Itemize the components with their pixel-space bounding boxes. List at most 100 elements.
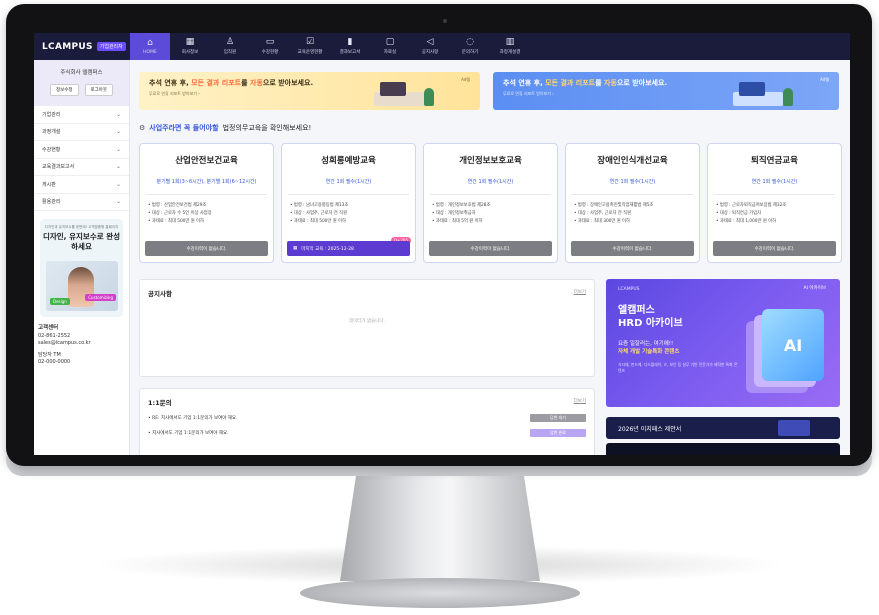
- nav-label: HOME: [143, 49, 157, 55]
- nav-item-3[interactable]: ▭ 수강현황: [250, 33, 290, 60]
- top-navigation: LCAMPUS 기업관리자 ⌂ HOME ▦ 회사정보 ♙ 임직원 ▭ 수강현황 ☑ 교육운영현황…: [34, 33, 850, 60]
- card-title: 개인정보보호교육: [459, 156, 522, 166]
- rep-phone: 02-000-0000: [38, 359, 71, 365]
- nav-label: 수강현황: [261, 50, 279, 55]
- design-tag: Design: [50, 298, 70, 305]
- admin-badge: 기업관리자: [96, 42, 126, 51]
- chevron-down-icon: ⌄: [115, 163, 121, 171]
- nav-item-7[interactable]: ◁ 공지사항: [410, 33, 450, 60]
- card-period: 연간 1회 필수(1시간): [325, 179, 372, 185]
- checklist-icon: ☑: [305, 37, 315, 47]
- edit-info-button[interactable]: 정보수정: [49, 84, 79, 96]
- nav-item-9[interactable]: ▥ 과정개설결: [490, 33, 530, 60]
- promo-title: 디자인, 유지보수로 완성하세요: [42, 232, 121, 251]
- event-banner-right[interactable]: 추석 연휴 후, 모든 결과 리포트를 자동으로 받아보세요. 무료로 연휴 리…: [493, 72, 839, 110]
- education-card[interactable]: 개인정보보호교육 연간 1회 필수(1시간) • 법령 : 개인정보보호법 제28조…: [423, 143, 558, 263]
- education-card[interactable]: 산업안전보건교육 분기별 1회(3~6시간), 분기별 1회(6~12시간) • 법…: [139, 143, 274, 263]
- notice-panel: 공지사항 더보기 데이터가 없습니다.: [139, 279, 595, 377]
- qna-row[interactable]: • RE: 지사에서도 기업 1:1문의가 보여야 해요. 답변 대기: [148, 413, 586, 423]
- no-history-button[interactable]: 수강이력이 없습니다.: [145, 241, 268, 256]
- monitor-stand-base: [300, 578, 580, 608]
- sidebar-menu-item[interactable]: 교육결과보고서 ⌄: [34, 159, 129, 176]
- promo-image: Design Customizing: [46, 261, 118, 311]
- card-divider: [572, 194, 693, 195]
- nav-item-1[interactable]: ▦ 회사정보: [170, 33, 210, 60]
- qna-panel: 1:1문의 더보기 • RE: 지사에서도 기업 1:1문의가 보여야 해요. 답…: [139, 388, 595, 455]
- sidebar-menu-label: 활용관리: [42, 199, 61, 206]
- more-link[interactable]: 더보기: [574, 398, 586, 404]
- chevron-down-icon: ⌄: [115, 198, 121, 206]
- card-detail-line: • 법령 : 산업안전보건법 제29조: [148, 203, 207, 208]
- bar-chart-icon: ▮: [347, 37, 353, 47]
- nav-label: 회사정보: [181, 50, 199, 55]
- more-link[interactable]: 더보기: [574, 289, 586, 295]
- no-history-button[interactable]: 수강이력이 없습니다.: [429, 241, 552, 256]
- nav-item-6[interactable]: ▢ 자료실: [370, 33, 410, 60]
- hrd-description: 식자재, 펀드케, 디스플레이, IT, 보안 등 실무 기반 전문가가 제작한…: [618, 362, 738, 373]
- company-box: 주식회사 엘캠퍼스 정보수정 로그아웃: [34, 60, 129, 106]
- support-phone: 02-861-2552: [38, 332, 71, 339]
- chevron-down-icon: ⌄: [115, 128, 121, 136]
- sidebar-menu-item[interactable]: 과정개설 ⌄: [34, 124, 129, 141]
- document-icon: [778, 420, 810, 436]
- no-history-button[interactable]: 수강이력이 없습니다.: [571, 241, 694, 256]
- folder-icon: ▢: [385, 37, 395, 47]
- hrd-archive-banner[interactable]: LCAMPUS AI 아카이브 엘캠퍼스 HRD 아카이브 요즘 일잘러는, 여기…: [606, 279, 840, 407]
- sidebar-menu: 기업관리 ⌄ 과정개설 ⌄ 수강현황 ⌄ 교육결과보고서 ⌄ 게시판 ⌄ 활용관리 ⌄: [34, 106, 129, 211]
- desk-illustration: [721, 82, 801, 108]
- sidebar-menu-item[interactable]: 게시판 ⌄: [34, 176, 129, 194]
- nav-label: 결과보고서: [339, 50, 361, 55]
- sidebar-menu-label: 과정개설: [42, 129, 61, 136]
- building-icon: ▦: [185, 37, 195, 47]
- support-email[interactable]: sales@lcampus.co.kr: [38, 340, 91, 346]
- last-education-button[interactable]: ▦ 마지막 교육 : 2025-12-28: [287, 241, 410, 256]
- event-banner-left[interactable]: 추석 연휴 후, 모든 결과 리포트를 자동으로 받아보세요. 무료로 연휴 리…: [139, 72, 480, 110]
- education-cards: 산업안전보건교육 분기별 1회(3~6시간), 분기별 1회(6~12시간) • 법…: [139, 143, 842, 263]
- card-button-label: 수강이력이 없습니다.: [612, 246, 653, 252]
- sidebar-menu-item[interactable]: 수강현황 ⌄: [34, 141, 129, 159]
- nav-item-8[interactable]: ◌ 문의하기: [450, 33, 490, 60]
- nav-item-2[interactable]: ♙ 임직원: [210, 33, 250, 60]
- card-period: 연간 1회 필수(1시간): [751, 179, 798, 185]
- panel-title: 1:1문의: [148, 399, 172, 407]
- sidebar-menu-item[interactable]: 기업관리 ⌄: [34, 106, 129, 124]
- no-history-button[interactable]: 수강이력이 없습니다.: [713, 241, 836, 256]
- card-detail-line: • 대상 : 근로자 수 5인 이상 사업장: [148, 211, 212, 216]
- card-detail-line: • 과태료 : 최대 1,000만 원 이하: [716, 219, 777, 224]
- sidebar-menu-label: 게시판: [42, 181, 56, 188]
- card-detail-line: • 법령 : 장애인고용촉진및직업재활법 제5조: [574, 203, 654, 208]
- nav-item-4[interactable]: ☑ 교육운영현황: [290, 33, 330, 60]
- education-card[interactable]: 성희롱예방교육 연간 1회 필수(1시간) • 법령 : 남녀고용평등법 제13조 •…: [281, 143, 416, 263]
- nav-label: 교육운영현황: [297, 50, 323, 55]
- info-icon: ⚙: [139, 124, 146, 132]
- logo[interactable]: LCAMPUS 기업관리자: [34, 33, 130, 60]
- promo-banner[interactable]: 디자인과 유지보수를 한번에! 고객맞춤형 홈페이지 디자인, 유지보수로 완성…: [40, 219, 123, 317]
- card-details: • 법령 : 장애인고용촉진및직업재활법 제5조 • 대상 : 사업주, 근로자 …: [574, 202, 653, 226]
- rep-title: 담당자 TM: [38, 351, 61, 358]
- card-period: 분기별 1회(3~6시간), 분기별 1회(6~12시간): [156, 179, 257, 185]
- education-card[interactable]: 장애인인식개선교육 연간 1회 필수(1시간) • 법령 : 장애인고용촉진및직업재…: [565, 143, 700, 263]
- nav-item-5[interactable]: ▮ 결과보고서: [330, 33, 370, 60]
- support-title: 고객센터: [38, 325, 59, 331]
- nav-item-0[interactable]: ⌂ HOME: [130, 33, 170, 60]
- proposal-banner[interactable]: 2026년 이지패스 제안서: [606, 417, 840, 439]
- logout-button[interactable]: 로그아웃: [84, 84, 114, 96]
- ai-cube-icon: AI: [762, 309, 824, 381]
- customizing-tag: Customizing: [85, 294, 116, 301]
- chevron-down-icon: ⌄: [115, 110, 121, 118]
- card-detail-line: • 대상 : 사업주, 근로자 전 직원: [574, 211, 632, 216]
- home-icon: ⌂: [147, 37, 153, 48]
- education-card[interactable]: 퇴직연금교육 연간 1회 필수(1시간) • 법령 : 근로자퇴직급여보장법 제32…: [707, 143, 842, 263]
- promo-subtitle: 디자인과 유지보수를 한번에! 고객맞춤형 홈페이지: [44, 225, 119, 229]
- chevron-down-icon: ⌄: [115, 145, 121, 153]
- main-content: 추석 연휴 후, 모든 결과 리포트를 자동으로 받아보세요. 무료로 연휴 리…: [130, 60, 850, 455]
- card-detail-line: • 법령 : 근로자퇴직급여보장법 제32조: [716, 203, 787, 208]
- card-divider: [288, 194, 409, 195]
- qna-row[interactable]: • 지사에서도 기업 1:1문의가 보여야 해요. 답변 완료: [148, 428, 586, 438]
- card-details: • 법령 : 근로자퇴직급여보장법 제32조 • 대상 : 퇴직연금 가입자 • 과…: [716, 202, 786, 226]
- ad-label: Ad텔: [461, 77, 470, 82]
- sidebar-menu-item[interactable]: 활용관리 ⌄: [34, 194, 129, 211]
- card-details: • 법령 : 산업안전보건법 제29조 • 대상 : 근로자 수 5인 이상 사업…: [148, 202, 212, 226]
- nav-label: 공지사항: [421, 50, 439, 55]
- sidebar-menu-label: 교육결과보고서: [42, 164, 75, 171]
